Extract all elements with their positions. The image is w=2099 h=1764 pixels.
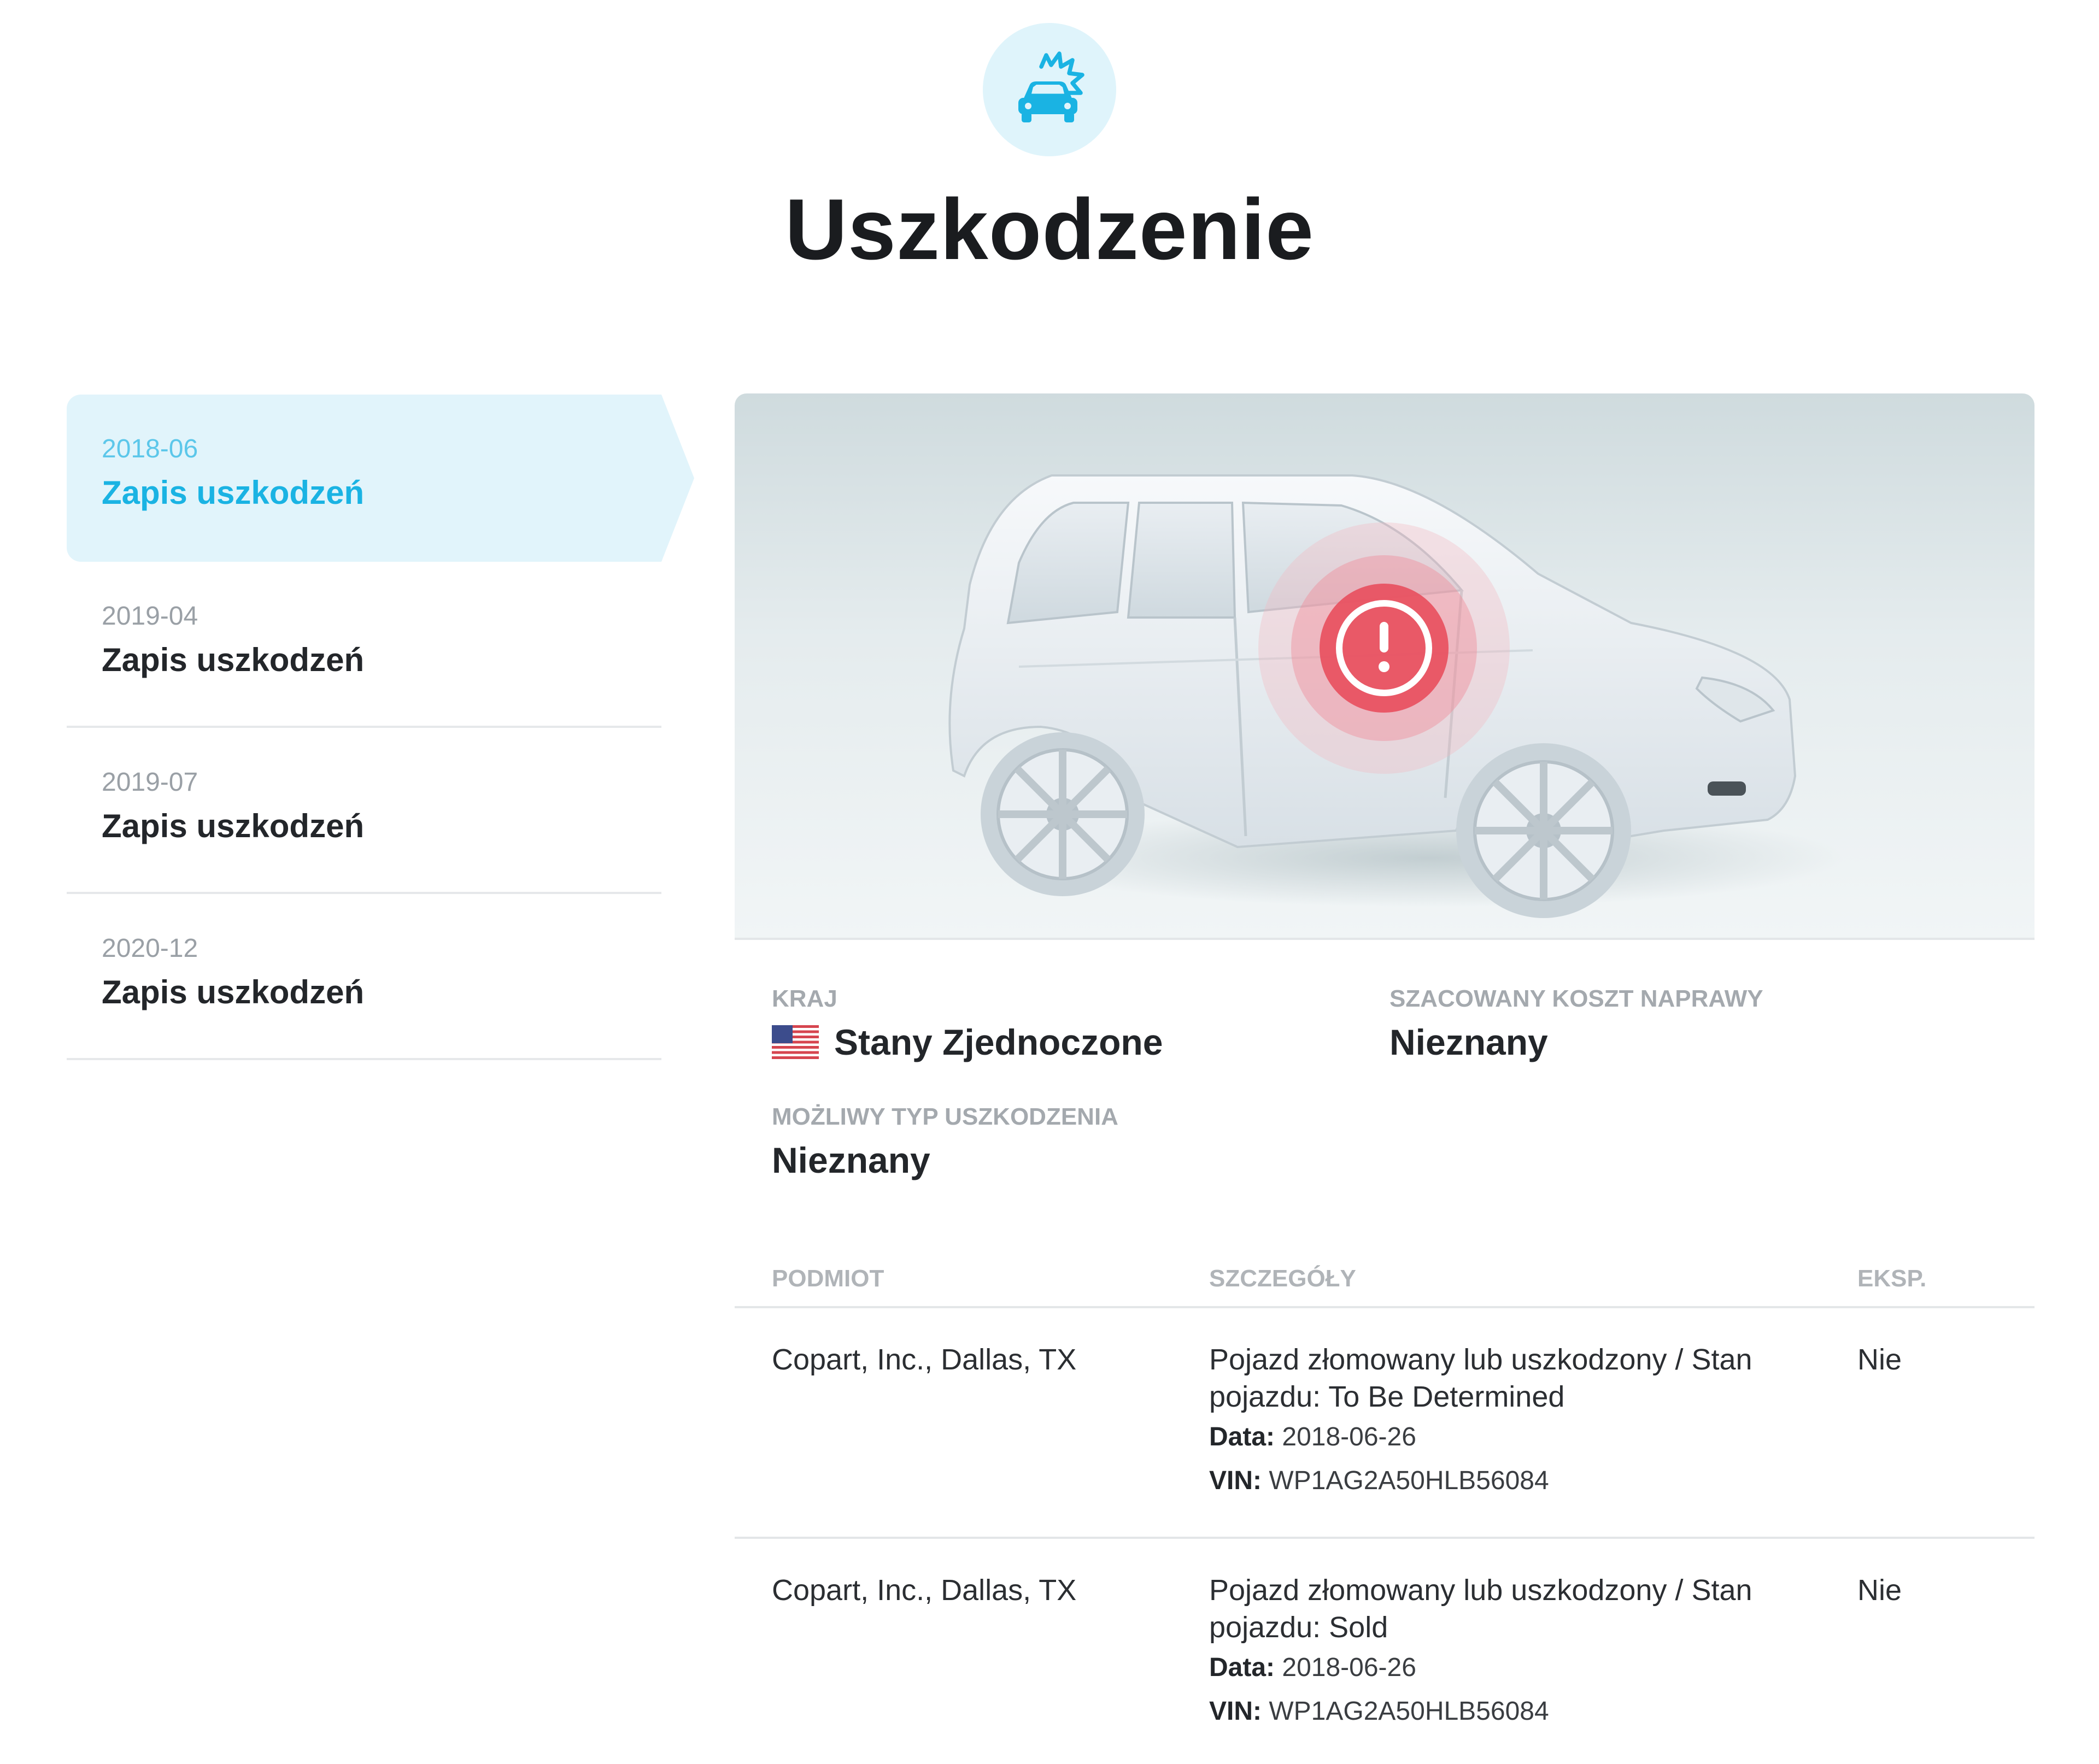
row-details: Pojazd złomowany lub uszkodzony / Stan p…	[1209, 1572, 1832, 1733]
row-details: Pojazd złomowany lub uszkodzony / Stan p…	[1209, 1341, 1832, 1503]
car-illustration	[735, 393, 2034, 940]
timeline-item-2019-04[interactable]: 2019-04 Zapis uszkodzeń	[67, 562, 661, 728]
damage-type-value: Nieznany	[772, 1140, 930, 1180]
row-entity: Copart, Inc., Dallas, TX	[772, 1343, 1077, 1376]
row-details-text: Pojazd złomowany lub uszkodzony / Stan p…	[1209, 1343, 1752, 1413]
row-date-value: 2018-06-26	[1282, 1653, 1416, 1682]
timeline-item-2019-07[interactable]: 2019-07 Zapis uszkodzeń	[67, 728, 661, 894]
column-header-details: SZCZEGÓŁY	[1209, 1265, 1356, 1292]
column-header-export: EKSP.	[1857, 1265, 1927, 1292]
row-vin: VIN: WP1AG2A50HLB56084	[1209, 1690, 1832, 1733]
car-illustration-svg	[948, 474, 1844, 918]
rear-wheel	[981, 732, 1145, 896]
row-vin-value: WP1AG2A50HLB56084	[1269, 1466, 1549, 1495]
repair-cost-block: SZACOWANY KOSZT NAPRAWY Nieznany	[1389, 984, 1763, 1067]
us-flag-icon	[772, 1025, 819, 1059]
row-date-value: 2018-06-26	[1282, 1422, 1416, 1451]
timeline-date: 2020-12	[102, 934, 198, 963]
row-date-label: Data:	[1209, 1422, 1275, 1451]
damage-type-label: MOŻLIWY TYP USZKODZENIA	[772, 1103, 1118, 1130]
front-wheel	[1456, 743, 1631, 918]
country-label: KRAJ	[772, 985, 837, 1012]
timeline-date: 2019-04	[102, 602, 198, 631]
row-details-text: Pojazd złomowany lub uszkodzony / Stan p…	[1209, 1574, 1752, 1644]
timeline-label: Zapis uszkodzeń	[102, 474, 365, 511]
row-export: Nie	[1857, 1343, 1902, 1376]
row-vin-label: VIN:	[1209, 1697, 1262, 1726]
timeline-item-2018-06[interactable]: 2018-06 Zapis uszkodzeń	[67, 395, 694, 562]
damage-info: KRAJ Stany Zjednoczone SZACOWANY KOSZT N…	[735, 940, 2034, 1246]
row-date-label: Data:	[1209, 1653, 1275, 1682]
timeline-date: 2019-07	[102, 768, 198, 797]
damage-record-card: KRAJ Stany Zjednoczone SZACOWANY KOSZT N…	[735, 393, 2034, 1757]
table-header: PODMIOT SZCZEGÓŁY EKSP.	[735, 1246, 2034, 1308]
timeline-item-2020-12[interactable]: 2020-12 Zapis uszkodzeń	[67, 894, 661, 1060]
country-value-row: Stany Zjednoczone	[772, 1018, 1163, 1067]
car-damage-icon	[983, 23, 1116, 156]
column-header-entity: PODMIOT	[772, 1265, 884, 1292]
damage-type-block: MOŻLIWY TYP USZKODZENIA Nieznany	[772, 1102, 1118, 1185]
page-title: Uszkodzenie	[784, 181, 1315, 278]
damage-records-table: PODMIOT SZCZEGÓŁY EKSP. Copart, Inc., Da…	[735, 1246, 2034, 1757]
table-row: Copart, Inc., Dallas, TX Pojazd złomowan…	[735, 1308, 2034, 1539]
row-date: Data: 2018-06-26	[1209, 1415, 1832, 1459]
timeline-label: Zapis uszkodzeń	[102, 642, 365, 678]
row-date: Data: 2018-06-26	[1209, 1646, 1832, 1690]
repair-cost-label: SZACOWANY KOSZT NAPRAWY	[1389, 985, 1763, 1012]
exclamation-icon	[1384, 648, 1385, 649]
damage-timeline: 2018-06 Zapis uszkodzeń 2019-04 Zapis us…	[67, 395, 701, 1060]
table-row: Copart, Inc., Dallas, TX Pojazd złomowan…	[735, 1539, 2034, 1757]
timeline-label: Zapis uszkodzeń	[102, 974, 365, 1010]
timeline-label: Zapis uszkodzeń	[102, 808, 365, 844]
repair-cost-value: Nieznany	[1389, 1022, 1548, 1062]
timeline-date: 2018-06	[102, 434, 198, 463]
country-block: KRAJ Stany Zjednoczone	[772, 984, 1163, 1067]
row-export: Nie	[1857, 1574, 1902, 1607]
row-vin-value: WP1AG2A50HLB56084	[1269, 1697, 1549, 1726]
car-damage-icon-svg	[1018, 51, 1084, 122]
country-value: Stany Zjednoczone	[834, 1022, 1163, 1062]
row-vin-label: VIN:	[1209, 1466, 1262, 1495]
row-vin: VIN: WP1AG2A50HLB56084	[1209, 1459, 1832, 1503]
row-entity: Copart, Inc., Dallas, TX	[772, 1574, 1077, 1607]
